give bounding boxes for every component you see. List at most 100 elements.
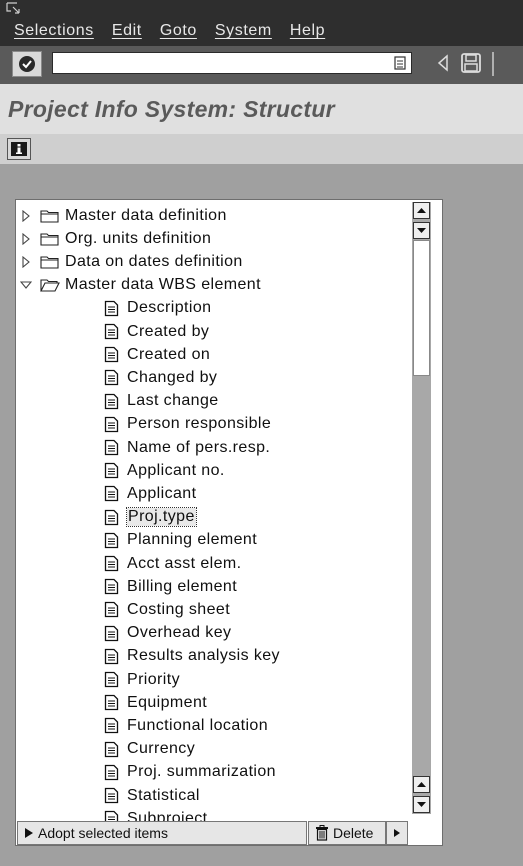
tree-field-label: Priority: [127, 670, 180, 688]
menu-item-selections[interactable]: Selections: [14, 22, 94, 40]
tree-field-item[interactable]: Functional location: [104, 714, 268, 737]
arrow-up-icon: [417, 782, 426, 787]
delete-button-label: Delete: [333, 825, 374, 841]
expand-arrow-icon[interactable]: [20, 232, 32, 245]
tree-field-label: Person responsible: [127, 415, 272, 433]
tree-field-label: Created by: [127, 322, 210, 340]
document-icon: [104, 370, 119, 386]
tree-field-item[interactable]: Description: [104, 297, 211, 320]
tree-field-item[interactable]: Person responsible: [104, 413, 271, 436]
scroll-up-button[interactable]: [413, 202, 430, 219]
tree-field-label: Acct asst elem.: [127, 554, 242, 572]
tree-field-item[interactable]: Costing sheet: [104, 598, 230, 621]
document-icon: [104, 486, 119, 502]
tree-folder-label: Org. units definition: [65, 229, 212, 247]
document-icon: [104, 764, 119, 780]
expand-arrow-icon[interactable]: [20, 209, 32, 222]
tree-field-label: Currency: [127, 740, 196, 758]
document-icon: [104, 695, 119, 711]
tree-field-item[interactable]: Applicant no.: [104, 459, 225, 482]
tree-field-item[interactable]: Proj.type: [104, 506, 197, 529]
scrollbar-thumb[interactable]: [413, 240, 430, 376]
command-field[interactable]: [52, 52, 412, 74]
document-icon: [104, 439, 119, 456]
tree-field-label: Applicant: [127, 484, 197, 502]
adopt-button-label: Adopt selected items: [38, 825, 168, 841]
tree-field-item[interactable]: Created on: [104, 343, 210, 366]
delete-button[interactable]: Delete: [308, 821, 386, 845]
tree-button-bar: Adopt selected items Delete: [16, 821, 444, 845]
tree-field-label: Billing element: [127, 577, 238, 595]
save-icon[interactable]: [460, 52, 482, 74]
document-icon: [104, 602, 119, 618]
dropdown-icon[interactable]: [393, 55, 407, 71]
tree-folder[interactable]: Org. units definition: [20, 227, 211, 250]
document-icon: [104, 347, 119, 363]
collapse-arrow-icon[interactable]: [20, 279, 32, 291]
tree-folder[interactable]: Master data definition: [20, 204, 227, 227]
scroll-up-button-bottom[interactable]: [413, 776, 430, 793]
tree-field-item[interactable]: Proj. summarization: [104, 761, 276, 784]
tree-field-item[interactable]: Created by: [104, 320, 209, 343]
tree-field-label: Name of pers.resp.: [127, 438, 271, 456]
menu-bar: Selections Edit Goto System Help: [0, 0, 523, 46]
tree-folder[interactable]: Master data WBS element: [20, 274, 261, 297]
menu-item-edit[interactable]: Edit: [112, 22, 142, 40]
arrow-down-icon: [417, 802, 426, 807]
scroll-down-button-top[interactable]: [413, 222, 430, 239]
tree-field-label: Equipment: [127, 693, 208, 711]
tree-folder-label: Data on dates definition: [65, 252, 243, 270]
document-icon: [104, 671, 119, 688]
more-buttons-arrow[interactable]: [386, 821, 408, 845]
document-icon: [104, 323, 119, 340]
tree-field-item[interactable]: Applicant: [104, 482, 196, 505]
tree-field-item[interactable]: Currency: [104, 738, 195, 761]
tree-field-label: Costing sheet: [127, 600, 231, 618]
enter-icon: [19, 56, 35, 72]
system-menu-icon[interactable]: [6, 2, 22, 16]
play-icon: [25, 828, 33, 838]
tree-field-label: Changed by: [127, 368, 218, 386]
tree-field-label: Overhead key: [127, 624, 232, 642]
document-icon: [104, 509, 119, 525]
application-toolbar: [0, 134, 523, 164]
back-icon[interactable]: [436, 54, 450, 72]
document-icon: [104, 787, 119, 804]
toolbar-separator: [492, 52, 494, 76]
tree-field-item[interactable]: Planning element: [104, 529, 257, 552]
document-icon: [104, 579, 119, 595]
tree-field-label: Description: [127, 299, 212, 317]
arrow-right-icon: [394, 829, 400, 837]
document-icon: [104, 300, 119, 316]
tree-field-item[interactable]: Last change: [104, 390, 219, 413]
tree-field-item[interactable]: Name of pers.resp.: [104, 436, 270, 459]
tree-field-item[interactable]: Priority: [104, 668, 180, 691]
menu-item-goto[interactable]: Goto: [160, 22, 197, 40]
info-button[interactable]: [7, 138, 31, 160]
page-title: Project Info System: Structur: [8, 96, 335, 122]
menu-item-system[interactable]: System: [215, 22, 272, 40]
adopt-selected-items-button[interactable]: Adopt selected items: [17, 821, 307, 845]
menu-item-help[interactable]: Help: [290, 22, 325, 40]
info-icon: [11, 142, 27, 156]
tree-field-item[interactable]: Changed by: [104, 366, 217, 389]
tree-folder[interactable]: Data on dates definition: [20, 250, 243, 273]
scroll-down-button[interactable]: [413, 796, 430, 813]
expand-arrow-icon[interactable]: [20, 255, 32, 268]
folder-icon: [40, 209, 59, 223]
document-icon: [104, 463, 119, 479]
tree-field-item[interactable]: Statistical: [104, 784, 200, 807]
tree-field-item[interactable]: Billing element: [104, 575, 237, 598]
document-icon: [104, 741, 119, 757]
folder-icon: [40, 233, 59, 246]
tree-field-item[interactable]: Acct asst elem.: [104, 552, 241, 575]
tree-field-item[interactable]: Overhead key: [104, 622, 231, 645]
tree-field-item[interactable]: Results analysis key: [104, 645, 280, 668]
document-icon: [104, 555, 119, 572]
tree-folder-label: Master data definition: [65, 206, 227, 224]
tree-field-label: Functional location: [127, 716, 269, 734]
folder-icon: [40, 256, 59, 269]
tree-field-item[interactable]: Equipment: [104, 691, 207, 714]
document-icon: [104, 393, 119, 409]
enter-button[interactable]: [12, 51, 42, 77]
